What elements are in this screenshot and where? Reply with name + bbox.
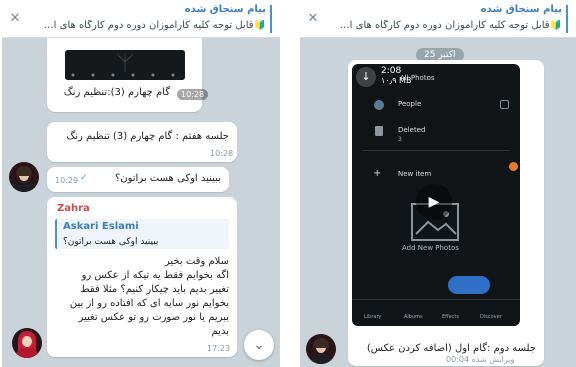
- menu-item: New item: [398, 170, 432, 178]
- reply-line: ببریم یا نور صورت رو تو عکس تغییر: [78, 312, 229, 323]
- avatar[interactable]: [306, 334, 336, 364]
- menu-item: Deleted: [398, 126, 426, 134]
- pinned-text: 🔰قابل توجه کلیه کارآموزان دوره دوم کارگا…: [41, 20, 266, 31]
- scroll-down-button[interactable]: ⌄: [244, 330, 274, 360]
- pinned-accent: [270, 5, 272, 33]
- pinned-text: 🔰قابل توجه کلیه کارآموزان دوره دوم کارگا…: [337, 20, 562, 31]
- avatar[interactable]: [12, 328, 42, 358]
- reply-line: تغییر بدیم باید چیکار کنیم؟ مثلا فقط: [80, 284, 229, 295]
- chat-panel-left: گام چهارم (3):تنظیم رنگ 10:28 پیام سنجاق…: [2, 0, 280, 367]
- message-time: 10:29: [55, 176, 79, 185]
- close-icon[interactable]: ✕: [306, 12, 320, 26]
- divider: [352, 299, 520, 300]
- media-preview-graphic: [65, 50, 185, 80]
- play-icon: ▶: [428, 194, 440, 210]
- chevron-down-icon: ⌄: [253, 337, 265, 353]
- pinned-message-bar[interactable]: پیام سنجاق شده 🔰قابل توجه کلیه کارآموزان…: [2, 0, 280, 38]
- menu-item: People: [398, 100, 422, 108]
- play-button[interactable]: ▶: [416, 184, 452, 220]
- pinned-title: پیام سنجاق شده: [184, 4, 266, 15]
- pinned-message-bar[interactable]: پیام سنجاق شده 🔰قابل توجه کلیه کارآموزان…: [300, 0, 576, 38]
- overlay-label: Add New Photos: [402, 244, 459, 252]
- person-icon: [374, 100, 384, 110]
- sender-name: Zahra: [57, 203, 90, 214]
- video-caption: جلسه دوم :گام اول (اضافه کردن عکس): [366, 343, 536, 354]
- trash-icon: [375, 126, 383, 136]
- reply-line: بدیم: [211, 326, 229, 337]
- message-text: ببینید اوکی هست براتون؟: [114, 173, 221, 184]
- quoted-sender: Askari Eslami: [63, 221, 139, 232]
- message-text: جلسه هفتم : گام چهارم (3) تنظیم رنگ: [66, 131, 229, 142]
- video-message[interactable]: 2:08 ۱۰٫۹ MB ↓ All Photos People Deleted…: [348, 60, 544, 366]
- checkbox-icon: [500, 100, 509, 109]
- chat-panel-right: پیام سنجاق شده 🔰قابل توجه کلیه کارآموزان…: [300, 0, 576, 367]
- message-bubble[interactable]: جلسه هفتم : گام چهارم (3) تنظیم رنگ 10:2…: [47, 122, 237, 162]
- quoted-message[interactable]: Askari Eslami ببینید اوکی هست براتون؟: [55, 219, 229, 249]
- plus-icon: +: [373, 168, 382, 179]
- media-caption: گام چهارم (3):تنظیم رنگ: [63, 87, 170, 98]
- media-time: 10:28: [177, 89, 209, 100]
- reply-line: اگه بخوایم فقط یه تیکه از عکس رو: [81, 270, 229, 281]
- reply-line: سلام وقت بخیر: [164, 256, 229, 267]
- pinned-title: پیام سنجاق شده: [480, 4, 562, 15]
- close-icon[interactable]: ✕: [8, 12, 22, 26]
- download-arrow-icon: ↓: [361, 70, 371, 83]
- tab-label: Albums: [404, 314, 423, 320]
- reply-line: بخوایم نور سایه ای که افتاده رو از بین: [69, 298, 229, 309]
- divider: [362, 150, 510, 151]
- avatar[interactable]: [9, 162, 39, 192]
- blue-action-pill: [448, 276, 490, 294]
- read-check-icon: ✓: [80, 173, 88, 183]
- tab-label: Library: [364, 314, 382, 320]
- orange-dot-icon: [509, 162, 518, 171]
- video-thumbnail[interactable]: 2:08 ۱۰٫۹ MB ↓ All Photos People Deleted…: [352, 64, 520, 326]
- tab-label: Discover: [480, 314, 502, 320]
- video-duration: 2:08: [381, 66, 402, 76]
- download-button[interactable]: ↓: [356, 67, 376, 87]
- reply-message[interactable]: Zahra Askari Eslami ببینید اوکی هست برات…: [47, 197, 237, 357]
- message-bubble[interactable]: ببینید اوکی هست براتون؟ 10:29 ✓: [47, 167, 229, 192]
- message-time: 17:23: [207, 344, 231, 353]
- menu-item: All Photos: [400, 74, 435, 82]
- tab-label: Effects: [442, 314, 459, 320]
- deleted-count: 3: [398, 136, 402, 143]
- media-thumbnail[interactable]: [65, 50, 185, 80]
- message-time: 10:28: [210, 149, 234, 158]
- edited-time: ویرایش شده 00:04: [446, 355, 515, 364]
- pinned-accent: [566, 5, 568, 33]
- quoted-text: ببینید اوکی هست براتون؟: [63, 237, 159, 247]
